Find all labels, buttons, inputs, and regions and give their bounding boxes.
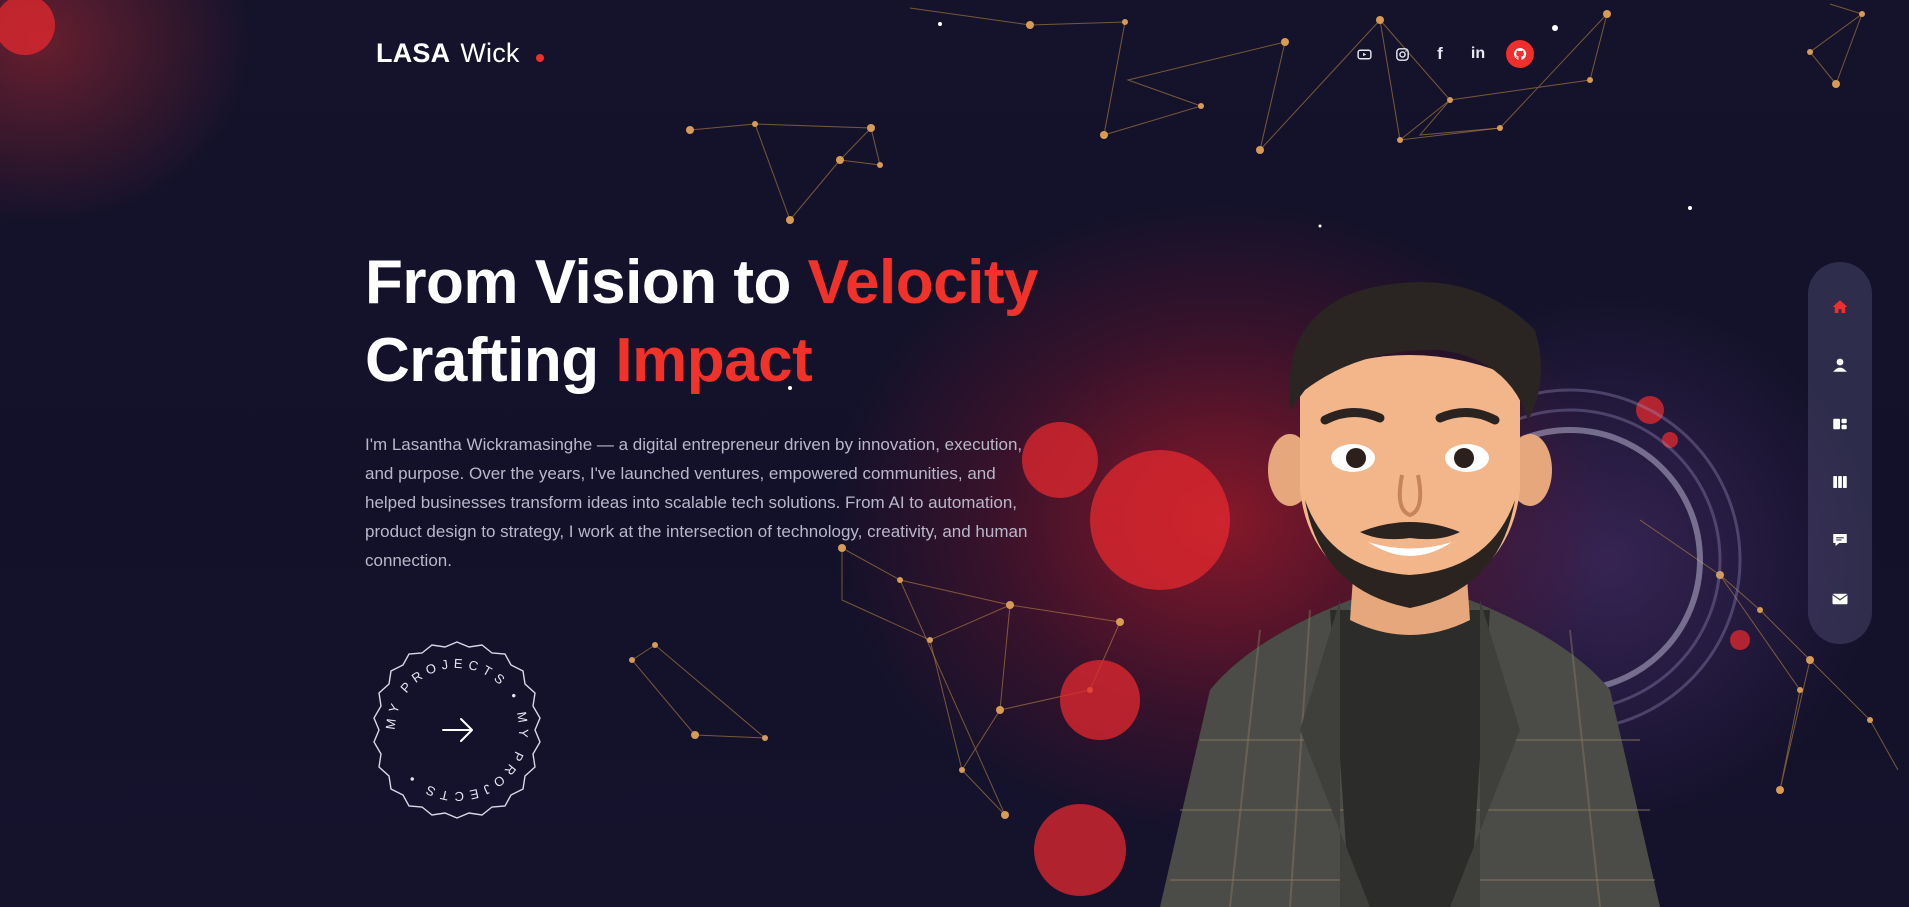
avatar-illustration (1160, 281, 1660, 907)
logo-bold-text: LASA (376, 38, 451, 68)
user-icon (1833, 359, 1847, 373)
headline-line2-accent: Impact (615, 326, 813, 395)
logo-light-text: Wick (460, 38, 520, 68)
my-projects-button[interactable]: MY PROJECTS • MY PROJECTS • (365, 638, 549, 822)
facebook-icon[interactable]: f (1428, 42, 1452, 66)
side-navigation (1808, 262, 1872, 644)
nav-testimonials[interactable] (1820, 520, 1860, 560)
arrow-right-icon (442, 718, 473, 742)
nav-contact[interactable] (1820, 579, 1860, 619)
github-icon[interactable] (1506, 40, 1534, 68)
home-icon (1832, 300, 1848, 314)
headline-line1-accent: Velocity (807, 248, 1039, 317)
services-icon (1833, 418, 1847, 430)
site-logo[interactable]: LASA Wick (376, 38, 544, 69)
portfolio-icon (1833, 476, 1847, 489)
headline-line2-white: Crafting (365, 326, 616, 395)
youtube-icon[interactable] (1352, 42, 1376, 66)
hero-headline: From Vision to Velocity Crafting Impact (365, 244, 1038, 400)
facebook-glyph: f (1437, 44, 1443, 63)
nav-about[interactable] (1820, 345, 1860, 385)
hero-intro-paragraph: I'm Lasantha Wickramasinghe — a digital … (365, 435, 1028, 570)
chat-icon (1833, 534, 1847, 547)
linkedin-glyph: in (1470, 45, 1486, 62)
mail-icon (1832, 593, 1848, 605)
nav-services[interactable] (1820, 404, 1860, 444)
hero-section: LASA Wick f in From Vision to Velocity C… (0, 0, 1909, 907)
social-links: f in (1352, 40, 1534, 68)
instagram-icon[interactable] (1390, 42, 1414, 66)
nav-portfolio[interactable] (1820, 462, 1860, 502)
my-projects-badge: MY PROJECTS • MY PROJECTS • (373, 641, 541, 819)
nav-home[interactable] (1820, 287, 1860, 327)
logo-dot (535, 54, 544, 62)
headline-line1-white: From Vision to (365, 248, 808, 317)
linkedin-icon[interactable]: in (1466, 42, 1490, 66)
